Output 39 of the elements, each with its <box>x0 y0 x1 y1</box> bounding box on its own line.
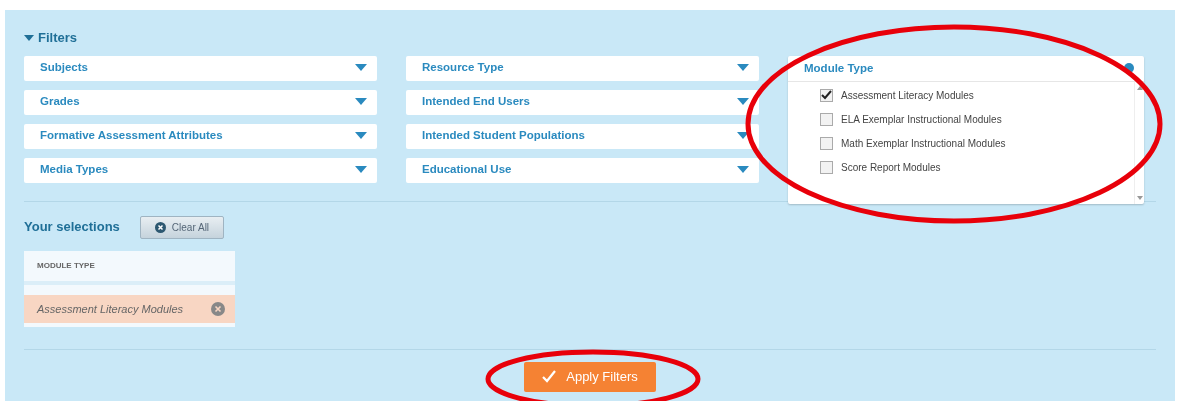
selections-title: Your selections <box>24 218 120 237</box>
caret-down-icon <box>737 98 749 106</box>
scroll-down-icon[interactable] <box>1136 195 1143 200</box>
caret-down-icon[interactable] <box>24 33 34 42</box>
option-label: ELA Exemplar Instructional Modules <box>841 112 1002 127</box>
filters-title[interactable]: Filters <box>38 28 77 48</box>
caret-down-icon <box>355 166 367 174</box>
check-icon <box>542 370 557 384</box>
option-label: Assessment Literacy Modules <box>841 88 974 103</box>
option-label: Math Exemplar Instructional Modules <box>841 136 1006 151</box>
caret-down-icon <box>355 132 367 140</box>
caret-down-icon <box>737 166 749 174</box>
filter-dropdown[interactable]: Formative Assessment Attributes <box>24 123 377 149</box>
filter-dropdown[interactable]: Grades <box>24 89 377 115</box>
filter-dropdown[interactable]: Intended Student Populations <box>406 123 759 149</box>
filter-dropdown[interactable]: Resource Type <box>406 55 759 81</box>
caret-down-icon <box>355 98 367 106</box>
checkbox[interactable] <box>820 88 833 102</box>
filter-dropdown[interactable]: Subjects <box>24 55 377 81</box>
filter-dropdown[interactable]: Intended End Users <box>406 89 759 115</box>
clear-all-button[interactable]: Clear All <box>139 215 225 239</box>
caret-down-icon <box>355 64 367 72</box>
scroll-up-icon[interactable] <box>1136 85 1143 90</box>
scrollbar[interactable] <box>1134 81 1144 204</box>
checkbox[interactable] <box>820 160 833 174</box>
caret-down-icon <box>737 64 749 72</box>
checkbox[interactable] <box>820 112 833 126</box>
option-label: Score Report Modules <box>841 160 941 175</box>
panel-title: Module Type <box>804 60 874 76</box>
apply-filters-button[interactable]: Apply Filters <box>524 362 656 392</box>
caret-down-icon <box>737 132 749 140</box>
close-icon <box>154 221 166 233</box>
table-header: MODULE TYPE <box>24 250 235 285</box>
tag-label: Assessment Literacy Modules <box>37 301 184 317</box>
close-icon[interactable] <box>1124 63 1134 74</box>
checkbox[interactable] <box>820 136 833 150</box>
filter-dropdown[interactable]: Media Types <box>24 157 377 183</box>
filter-dropdown[interactable]: Educational Use <box>406 157 759 183</box>
remove-icon[interactable] <box>211 301 225 316</box>
